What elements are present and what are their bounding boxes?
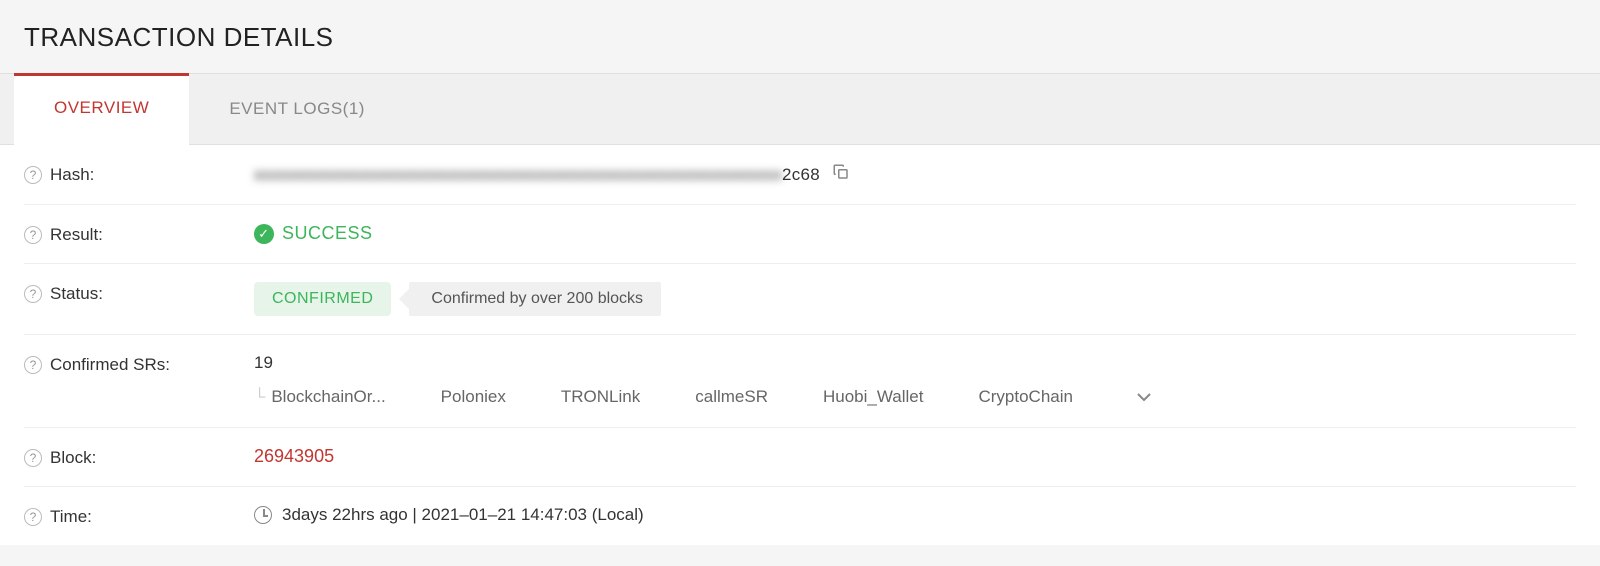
- label-hash: Hash:: [50, 165, 94, 185]
- content-panel: ? Hash: xxxxxxxxxxxxxxxxxxxxxxxxxxxxxxxx…: [0, 145, 1600, 545]
- list-item: callmeSR: [695, 387, 768, 407]
- time-value: 3days 22hrs ago | 2021–01–21 14:47:03 (L…: [282, 505, 644, 525]
- row-hash: ? Hash: xxxxxxxxxxxxxxxxxxxxxxxxxxxxxxxx…: [24, 145, 1576, 205]
- status-tooltip: Confirmed by over 200 blocks: [409, 282, 661, 316]
- label-result: Result:: [50, 225, 103, 245]
- list-item: CryptoChain: [978, 387, 1073, 407]
- help-icon[interactable]: ?: [24, 226, 42, 244]
- tab-event-logs[interactable]: EVENT LOGS(1): [189, 74, 405, 144]
- srs-list: └BlockchainOr... Poloniex TRONLink callm…: [254, 385, 1576, 409]
- help-icon[interactable]: ?: [24, 166, 42, 184]
- label-confirmed-srs: Confirmed SRs:: [50, 355, 170, 375]
- copy-icon[interactable]: [832, 163, 850, 186]
- chevron-down-icon[interactable]: [1128, 385, 1160, 409]
- tabs-bar: OVERVIEW EVENT LOGS(1): [0, 73, 1600, 145]
- list-item: TRONLink: [561, 387, 640, 407]
- block-link[interactable]: 26943905: [254, 446, 334, 466]
- help-icon[interactable]: ?: [24, 356, 42, 374]
- hash-value: xxxxxxxxxxxxxxxxxxxxxxxxxxxxxxxxxxxxxxxx…: [254, 165, 820, 185]
- check-icon: ✓: [254, 224, 274, 244]
- tab-overview[interactable]: OVERVIEW: [14, 73, 189, 145]
- list-item: Poloniex: [441, 387, 506, 407]
- list-item: └BlockchainOr...: [254, 387, 386, 407]
- label-status: Status:: [50, 284, 103, 304]
- result-value: SUCCESS: [282, 223, 373, 244]
- help-icon[interactable]: ?: [24, 449, 42, 467]
- page-title: TRANSACTION DETAILS: [0, 0, 1600, 73]
- help-icon[interactable]: ?: [24, 285, 42, 303]
- row-result: ? Result: ✓ SUCCESS: [24, 205, 1576, 264]
- row-status: ? Status: CONFIRMED Confirmed by over 20…: [24, 264, 1576, 335]
- row-block: ? Block: 26943905: [24, 428, 1576, 487]
- clock-icon: [254, 506, 272, 524]
- transaction-details-page: TRANSACTION DETAILS OVERVIEW EVENT LOGS(…: [0, 0, 1600, 545]
- label-time: Time:: [50, 507, 92, 527]
- row-time: ? Time: 3days 22hrs ago | 2021–01–21 14:…: [24, 487, 1576, 545]
- label-block: Block:: [50, 448, 96, 468]
- list-item: Huobi_Wallet: [823, 387, 923, 407]
- status-badge: CONFIRMED: [254, 282, 391, 316]
- srs-count: 19: [254, 353, 1576, 373]
- row-confirmed-srs: ? Confirmed SRs: 19 └BlockchainOr... Pol…: [24, 335, 1576, 428]
- help-icon[interactable]: ?: [24, 508, 42, 526]
